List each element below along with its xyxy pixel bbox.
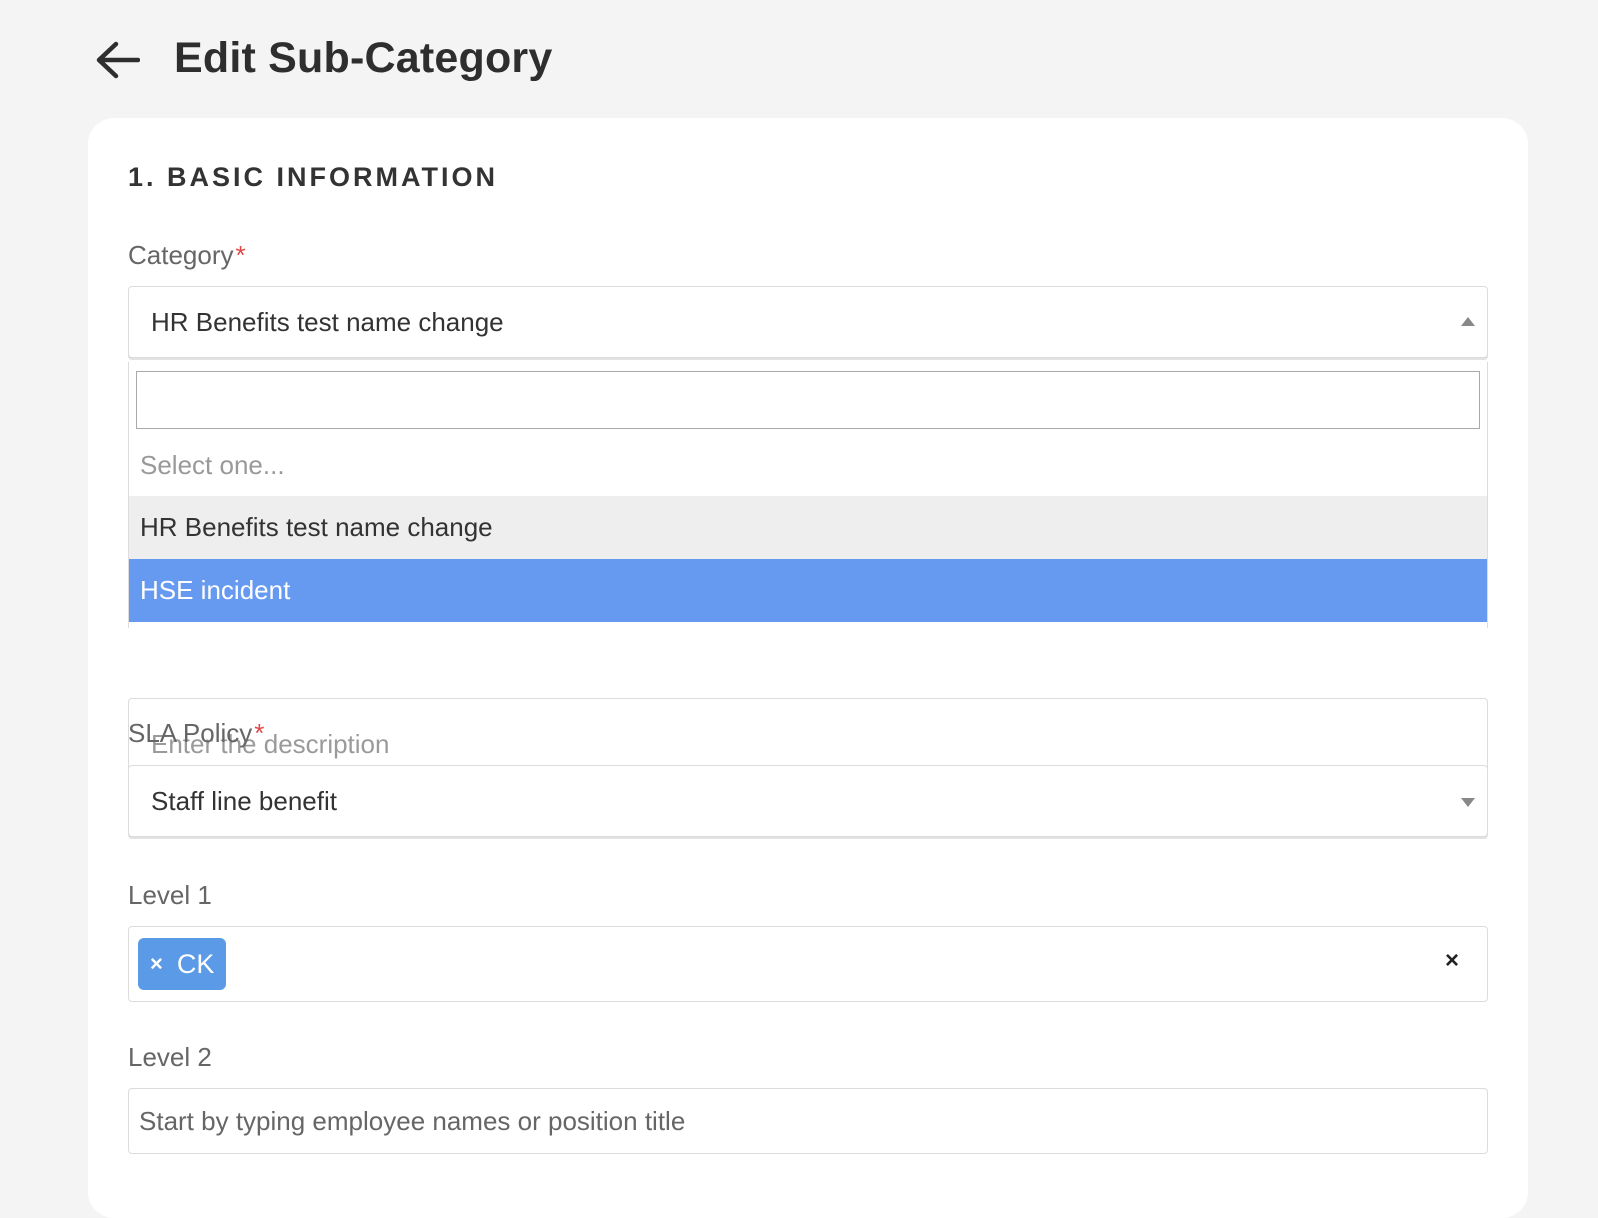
category-selected-value: HR Benefits test name change (151, 306, 504, 337)
back-button[interactable] (92, 36, 142, 84)
clear-all-icon[interactable]: × (1445, 947, 1459, 975)
dropdown-option-placeholder[interactable]: Select one... (129, 434, 1487, 497)
sla-policy-label: SLA Policy* (128, 718, 265, 748)
page-header: Edit Sub-Category (0, 0, 1598, 118)
tag-remove-icon[interactable]: × (150, 951, 163, 977)
caret-down-icon (1461, 798, 1475, 807)
tag-chip: × CK (138, 938, 226, 990)
sla-policy-select[interactable]: Staff line benefit (128, 765, 1488, 837)
category-select[interactable]: HR Benefits test name change (128, 286, 1488, 358)
dropdown-option-hr-benefits[interactable]: HR Benefits test name change (129, 496, 1487, 559)
level2-label: Level 2 (128, 1042, 212, 1072)
arrow-left-icon (96, 41, 140, 79)
form-card: 1. BASIC INFORMATION Category* HR Benefi… (88, 118, 1528, 1218)
section-title: 1. BASIC INFORMATION (128, 162, 498, 192)
category-label: Category* (128, 240, 246, 270)
sla-policy-value: Staff line benefit (151, 785, 337, 816)
caret-up-icon (1461, 317, 1475, 326)
category-dropdown: Select one... HR Benefits test name chan… (128, 362, 1488, 628)
category-search-input[interactable] (136, 371, 1480, 429)
level2-input[interactable] (128, 1088, 1488, 1154)
level1-label: Level 1 (128, 880, 212, 910)
required-mark: * (235, 240, 246, 270)
tag-label: CK (176, 948, 215, 979)
page-title: Edit Sub-Category (174, 34, 553, 82)
required-mark: * (254, 718, 265, 748)
dropdown-option-hse-incident[interactable]: HSE incident (129, 559, 1487, 622)
level1-multiselect[interactable]: × CK × (128, 926, 1488, 1002)
